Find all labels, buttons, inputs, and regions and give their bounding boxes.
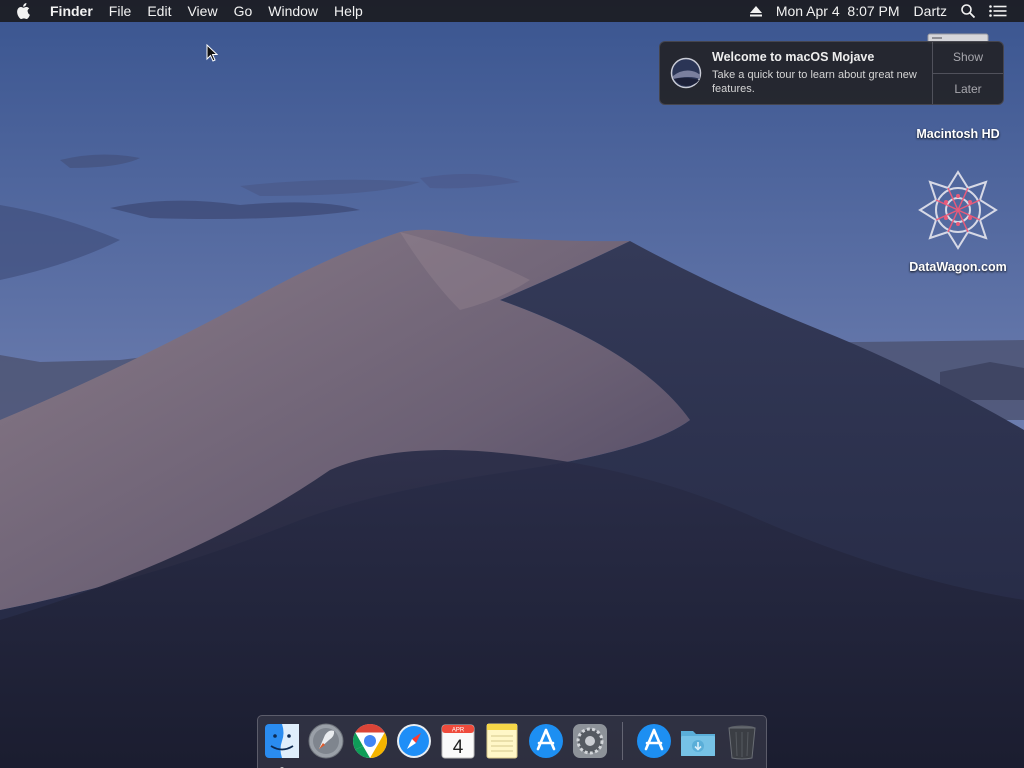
menu-help[interactable]: Help — [326, 0, 371, 22]
dock-trash[interactable] — [723, 721, 761, 761]
apple-menu-icon[interactable] — [0, 3, 42, 19]
notification-title: Welcome to macOS Mojave — [712, 50, 875, 64]
notification-center-icon[interactable] — [982, 5, 1014, 17]
wallpaper-mojave-dunes — [0, 0, 1024, 768]
desktop-icon-label: Macintosh HD — [916, 127, 1000, 141]
menu-clock[interactable]: Mon Apr 4 8:07 PM — [769, 0, 907, 22]
mojave-icon — [670, 57, 702, 89]
menu-user[interactable]: Dartz — [907, 0, 954, 22]
mouse-cursor-icon — [206, 44, 218, 62]
safari-icon — [397, 724, 431, 758]
launchpad-icon — [308, 723, 344, 759]
finder-icon — [265, 724, 299, 758]
menu-go[interactable]: Go — [226, 0, 261, 22]
desktop-icon-datawagon[interactable]: DataWagon.com — [900, 168, 1016, 274]
spotlight-search-icon[interactable] — [954, 4, 982, 18]
desktop-icon-label: DataWagon.com — [909, 260, 1007, 274]
downloads-folder-icon — [681, 731, 715, 756]
menu-window[interactable]: Window — [260, 0, 326, 22]
dock: APR 4 — [257, 715, 767, 768]
trash-icon — [728, 725, 756, 760]
dock-app-store[interactable] — [527, 721, 565, 761]
chrome-icon — [353, 724, 387, 758]
dock-finder[interactable] — [263, 721, 301, 768]
app-store-icon — [529, 724, 563, 758]
calendar-month: APR — [452, 728, 465, 734]
network-share-icon — [918, 170, 998, 250]
menu-finder[interactable]: Finder — [42, 0, 101, 22]
eject-icon[interactable] — [743, 5, 769, 17]
system-preferences-icon — [573, 724, 607, 758]
menu-view[interactable]: View — [179, 0, 225, 22]
dock-app-store-download[interactable] — [635, 721, 673, 761]
dock-system-preferences[interactable] — [571, 721, 609, 761]
dock-launchpad[interactable] — [307, 721, 345, 761]
calendar-day: 4 — [453, 737, 464, 758]
notes-icon — [486, 723, 518, 759]
notification-app-icon-wrap — [660, 42, 712, 104]
dock-calendar[interactable]: APR 4 — [439, 721, 477, 761]
menu-bar: Finder File Edit View Go Window Help Mon… — [0, 0, 1024, 22]
menu-file[interactable]: File — [101, 0, 140, 22]
menu-edit[interactable]: Edit — [139, 0, 179, 22]
notification-actions: Show Later — [932, 42, 1003, 104]
desktop[interactable]: Finder File Edit View Go Window Help Mon… — [0, 0, 1024, 768]
dock-downloads[interactable] — [679, 721, 717, 761]
dock-safari[interactable] — [395, 721, 433, 761]
notification-message: Take a quick tour to learn about great n… — [712, 69, 917, 95]
calendar-text: APR 4 — [452, 728, 465, 759]
dock-chrome[interactable] — [351, 721, 389, 761]
notification-show-button[interactable]: Show — [933, 42, 1003, 73]
app-store-icon — [637, 724, 671, 758]
welcome-notification[interactable]: Welcome to macOS Mojave Take a quick tou… — [659, 41, 1004, 105]
notification-later-button[interactable]: Later — [933, 72, 1003, 105]
dock-separator — [622, 722, 623, 760]
dock-notes[interactable] — [483, 721, 521, 761]
